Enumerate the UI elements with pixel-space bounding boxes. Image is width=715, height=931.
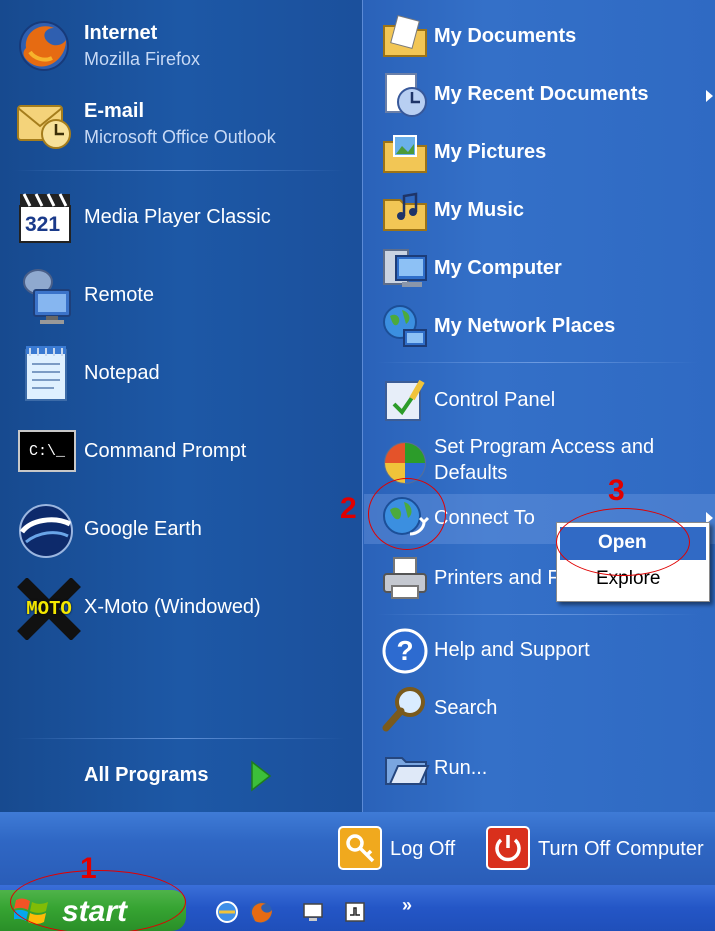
app-quicklaunch-icon[interactable] [344, 901, 366, 923]
separator [14, 738, 344, 739]
log-off-button[interactable]: Log Off [336, 824, 476, 874]
help-label: Help and Support [434, 639, 590, 661]
recent-label: Remote [84, 284, 155, 306]
xmoto-badge: MOTO [26, 598, 72, 620]
setting-label: Control Panel [434, 389, 556, 411]
pinned-subtitle: Microsoft Office Outlook [84, 127, 276, 147]
help-label: Search [434, 697, 498, 719]
firefox-quicklaunch-icon[interactable] [248, 899, 274, 925]
media-player-classic-icon: 321 [16, 190, 76, 246]
place-my-pictures[interactable]: My Pictures [376, 126, 706, 180]
help-and-support[interactable]: ? Help and Support [376, 624, 706, 678]
cmd-badge: C:\_ [28, 442, 65, 460]
place-label: My Computer [434, 257, 562, 279]
place-my-music[interactable]: My Music [376, 184, 706, 238]
control-panel-icon [380, 376, 430, 426]
recent-item-google-earth[interactable]: Google Earth [10, 498, 350, 564]
step-ring-2 [368, 478, 446, 550]
help-icon: ? [380, 626, 430, 676]
turn-off-button[interactable]: Turn Off Computer [484, 824, 715, 874]
setting-label: Connect To [434, 507, 535, 529]
place-label: My Network Places [434, 315, 616, 337]
place-label: My Music [434, 199, 525, 221]
pinned-title: Internet [84, 22, 158, 44]
setting-control-panel[interactable]: Control Panel [376, 374, 706, 428]
all-programs-label: All Programs [84, 764, 209, 786]
key-icon [338, 826, 382, 870]
pinned-title: E-mail [84, 100, 145, 122]
recent-item-remote[interactable]: Remote [10, 264, 350, 330]
setting-label-line2: Defaults [434, 462, 508, 484]
my-documents-icon [380, 12, 430, 62]
my-computer-icon [380, 244, 430, 294]
outlook-icon [16, 96, 72, 152]
log-off-label: Log Off [390, 838, 456, 860]
setting-label: Set Program Access and [434, 436, 655, 458]
separator [376, 614, 698, 615]
recent-item-media-player-classic[interactable]: 321 Media Player Classic [10, 186, 350, 252]
recent-item-x-moto[interactable]: MOTO X-Moto (Windowed) [10, 576, 350, 642]
quicklaunch-overflow[interactable]: » [402, 895, 412, 916]
my-pictures-icon [380, 128, 430, 178]
search-icon [380, 684, 430, 734]
search[interactable]: Search [376, 682, 706, 736]
x-moto-icon: MOTO [16, 578, 82, 640]
run[interactable]: Run... [376, 742, 706, 796]
start-menu: Internet Mozilla Firefox E-mail Microsof… [0, 0, 715, 885]
my-music-icon [380, 186, 430, 236]
separator [14, 170, 344, 171]
place-label: My Documents [434, 25, 577, 47]
setting-label: Printers and F [434, 567, 560, 589]
printers-icon [380, 554, 430, 604]
network-places-icon [380, 302, 430, 352]
run-icon [380, 744, 430, 794]
ie-quicklaunch-icon[interactable] [214, 899, 240, 925]
help-label: Run... [434, 757, 488, 779]
remote-desktop-icon [16, 268, 76, 326]
firefox-icon [16, 18, 72, 74]
pinned-item-internet[interactable]: Internet Mozilla Firefox [10, 12, 350, 78]
place-my-documents[interactable]: My Documents [376, 10, 706, 64]
place-my-recent-documents[interactable]: My Recent Documents [376, 68, 713, 122]
power-icon [486, 826, 530, 870]
step-ring-3 [556, 508, 690, 576]
step-number-2: 2 [340, 492, 357, 525]
step-ring-1 [10, 870, 186, 931]
recent-label: Media Player Classic [84, 206, 271, 228]
all-programs-button[interactable]: All Programs [70, 752, 290, 798]
notepad-icon [20, 344, 74, 404]
google-earth-icon [16, 502, 76, 560]
arrow-right-icon [248, 760, 272, 792]
pinned-item-email[interactable]: E-mail Microsoft Office Outlook [10, 90, 350, 156]
recent-label: Command Prompt [84, 440, 247, 462]
recent-label: X-Moto (Windowed) [84, 596, 261, 618]
mpc-badge: 321 [25, 213, 61, 236]
recent-label: Google Earth [84, 518, 202, 540]
place-label: My Pictures [434, 141, 547, 163]
recent-item-notepad[interactable]: Notepad [10, 342, 350, 408]
recent-item-command-prompt[interactable]: C:\_ Command Prompt [10, 420, 350, 486]
recent-documents-icon [380, 70, 430, 120]
svg-text:?: ? [396, 635, 413, 666]
place-my-network-places[interactable]: My Network Places [376, 300, 706, 354]
desktop-quicklaunch-icon[interactable] [302, 901, 324, 923]
recent-label: Notepad [84, 362, 160, 384]
separator [376, 362, 698, 363]
place-label: My Recent Documents [434, 83, 649, 105]
place-my-computer[interactable]: My Computer [376, 242, 706, 296]
pinned-subtitle: Mozilla Firefox [84, 49, 201, 69]
command-prompt-icon: C:\_ [18, 430, 76, 472]
turn-off-label: Turn Off Computer [538, 838, 704, 860]
submenu-arrow-icon [706, 90, 713, 102]
step-number-3: 3 [608, 474, 625, 507]
